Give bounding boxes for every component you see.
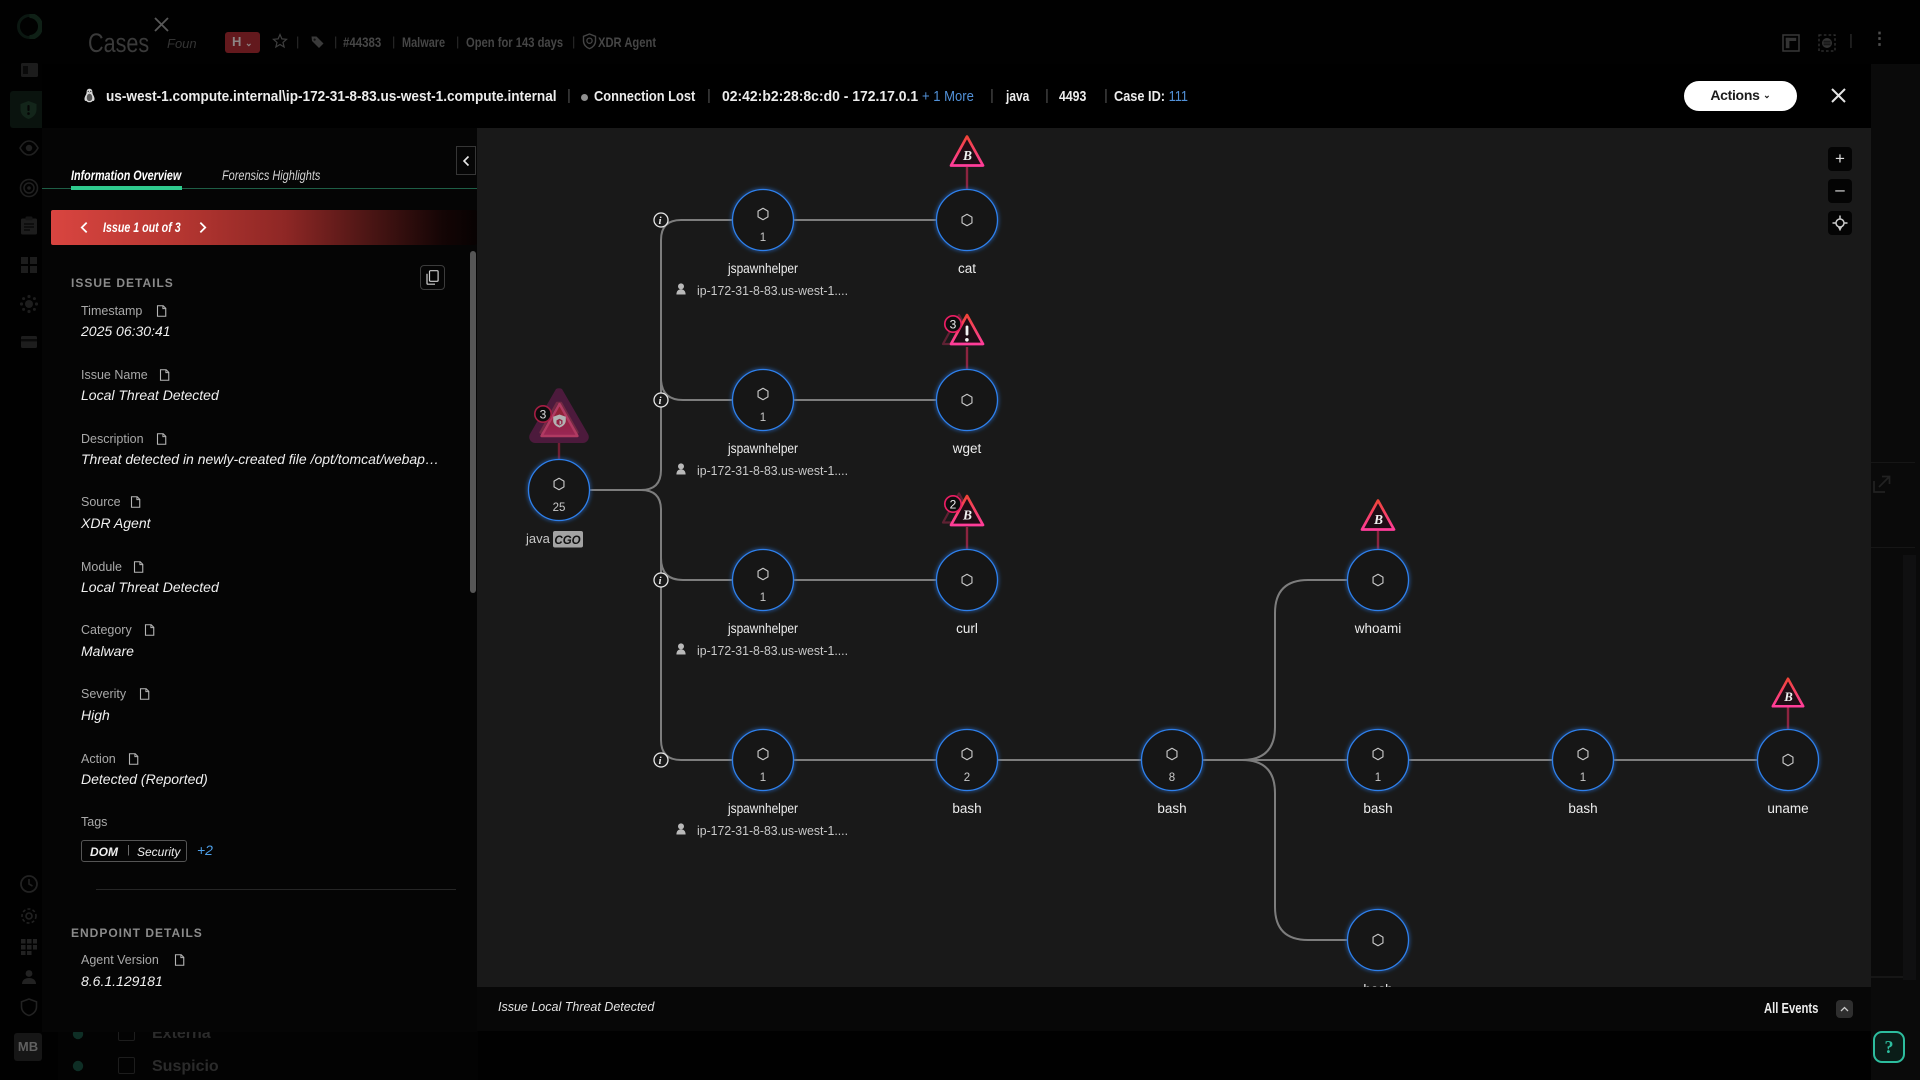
svg-text:2: 2: [950, 497, 957, 511]
svg-text:bash: bash: [1363, 801, 1392, 816]
svg-text:whoami: whoami: [1354, 621, 1402, 636]
svg-text:2: 2: [964, 772, 970, 784]
svg-text:1: 1: [760, 772, 766, 784]
svg-text:wget: wget: [952, 441, 982, 456]
svg-text:curl: curl: [956, 621, 978, 636]
svg-text:bash: bash: [1568, 801, 1597, 816]
svg-text:3: 3: [950, 317, 957, 331]
svg-text:ip-172-31-8-83.us-west-1....: ip-172-31-8-83.us-west-1....: [697, 463, 848, 478]
svg-text:jspawnhelper: jspawnhelper: [727, 441, 798, 456]
svg-text:1: 1: [760, 412, 766, 424]
svg-text:jspawnhelper: jspawnhelper: [727, 621, 798, 636]
svg-text:1: 1: [760, 232, 766, 244]
svg-text:jspawnhelper: jspawnhelper: [727, 261, 798, 276]
svg-text:1: 1: [760, 592, 766, 604]
svg-text:bash: bash: [1157, 801, 1186, 816]
svg-text:25: 25: [553, 502, 566, 514]
svg-text:8: 8: [1169, 772, 1175, 784]
svg-text:1: 1: [1580, 772, 1586, 784]
svg-text:cat: cat: [958, 261, 976, 276]
svg-text:ip-172-31-8-83.us-west-1....: ip-172-31-8-83.us-west-1....: [697, 643, 848, 658]
svg-text:3: 3: [540, 407, 547, 421]
svg-text:1: 1: [1375, 772, 1381, 784]
svg-text:bash: bash: [952, 801, 981, 816]
svg-text:ip-172-31-8-83.us-west-1....: ip-172-31-8-83.us-west-1....: [697, 823, 848, 838]
svg-text:uname: uname: [1767, 801, 1808, 816]
svg-text:CGO: CGO: [554, 535, 580, 547]
svg-text:java: java: [525, 531, 551, 546]
svg-text:ip-172-31-8-83.us-west-1....: ip-172-31-8-83.us-west-1....: [697, 283, 848, 298]
svg-text:jspawnhelper: jspawnhelper: [727, 801, 798, 816]
